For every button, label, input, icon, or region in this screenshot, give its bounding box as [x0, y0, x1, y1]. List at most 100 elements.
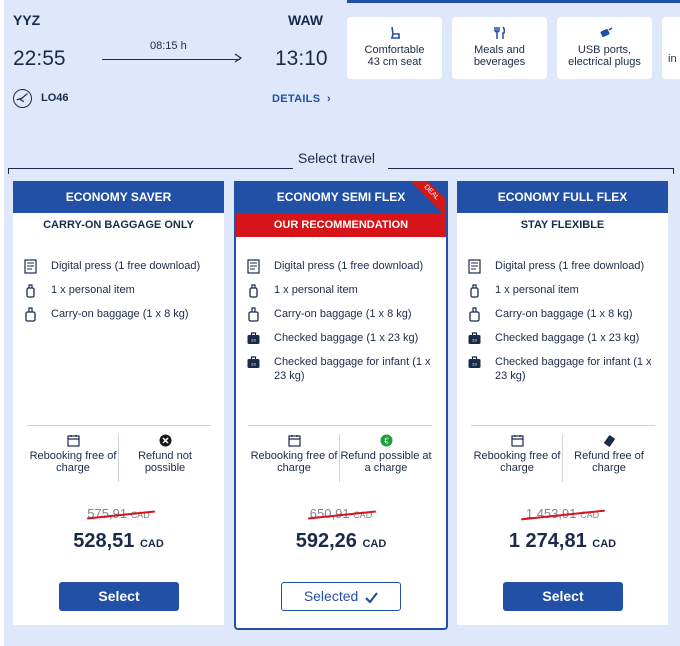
carry-on-bag-icon: [248, 307, 259, 322]
feature-item: Carry-on baggage (1 x 8 kg): [457, 307, 668, 322]
carry-on-bag-icon: [469, 307, 480, 322]
refund-text: Refund not possible: [138, 450, 192, 474]
feature-item: 1 x personal item: [13, 283, 224, 298]
feature-text: Carry-on baggage (1 x 8 kg): [495, 308, 633, 320]
fare-name-header: ECONOMY SEMI FLEX DEAL: [236, 181, 446, 213]
feature-text: Carry-on baggage (1 x 8 kg): [274, 308, 412, 320]
seat-icon: [390, 26, 400, 39]
feature-list: Digital press (1 free download) 1 x pers…: [457, 259, 668, 393]
destination-code: WAW: [288, 12, 323, 28]
select-button[interactable]: Select: [59, 582, 179, 611]
checked-bag-icon: 23: [247, 356, 260, 368]
details-label: DETAILS: [272, 93, 321, 105]
flight-summary: YYZ WAW 22:55 13:10 08:15 h LO46 DETAILS…: [0, 0, 345, 130]
amenity-seat-line2: 43 cm seat: [367, 56, 422, 68]
feature-item: Digital press (1 free download): [236, 259, 446, 274]
selected-label: Selected: [303, 588, 359, 604]
amenities-strip: Comfortable 43 cm seat Meals and beverag…: [345, 0, 680, 130]
feature-text: Checked baggage for infant (1 x 23 kg): [274, 356, 431, 382]
personal-item-icon: [26, 284, 35, 298]
feature-item: Digital press (1 free download): [13, 259, 224, 274]
fare-card-economy-saver: ECONOMY SAVER CARRY-ON BAGGAGE ONLY Digi…: [13, 181, 224, 625]
policy-row: Rebooking free of charge Refund not poss…: [27, 425, 211, 482]
amenity-meals-line1: Meals and: [474, 44, 525, 56]
route-line: [102, 59, 240, 60]
departure-time: 22:55: [13, 47, 66, 70]
refund-text: Refund free of charge: [574, 450, 644, 474]
checkmark-icon: [365, 592, 379, 604]
feature-item: Digital press (1 free download): [457, 259, 668, 274]
fare-price: 1 274,81 CAD: [457, 530, 668, 553]
amenity-seat-line1: Comfortable: [364, 44, 425, 56]
price-currency: CAD: [139, 538, 164, 550]
fare-price: 528,51 CAD: [13, 530, 224, 553]
carry-on-bag-icon: [25, 307, 36, 322]
feature-text: Checked baggage for infant (1 x 23 kg): [495, 356, 652, 382]
select-button[interactable]: Select: [503, 582, 623, 611]
amenity-meals-line2: beverages: [473, 56, 526, 68]
deal-ribbon: DEAL: [405, 181, 446, 213]
fare-card-economy-semi-flex: ECONOMY SEMI FLEX DEAL OUR RECOMMENDATIO…: [234, 181, 448, 630]
details-link[interactable]: DETAILS ›: [272, 93, 331, 105]
arrow-right-icon: [234, 53, 243, 63]
policy-row: Rebooking free of charge Refund free of …: [471, 425, 655, 482]
arrival-time: 13:10: [275, 47, 328, 70]
usb-plug-icon: [599, 27, 612, 38]
amenity-usb-line1: USB ports,: [577, 44, 632, 56]
refund-ticket-icon: [603, 435, 615, 447]
amenity-meals: Meals and beverages: [452, 17, 547, 79]
svg-text:23: 23: [251, 362, 256, 367]
refund-text: Refund possible at a charge: [340, 450, 432, 474]
svg-text:€: €: [384, 437, 389, 446]
feature-text: 1 x personal item: [274, 284, 358, 296]
amenity-partial: in: [662, 17, 680, 79]
digital-press-icon: [247, 259, 260, 274]
bracket-right: [388, 168, 674, 174]
amenity-usb: USB ports, electrical plugs: [557, 17, 652, 79]
digital-press-icon: [24, 259, 37, 274]
amenities-top-border: [347, 0, 680, 3]
price-currency: CAD: [362, 538, 387, 550]
feature-text: 1 x personal item: [51, 284, 135, 296]
fare-name: ECONOMY SAVER: [13, 181, 224, 213]
feature-item: 23 Checked baggage (1 x 23 kg): [236, 331, 446, 345]
feature-text: Checked baggage (1 x 23 kg): [274, 332, 419, 344]
fare-subtitle: STAY FLEXIBLE: [520, 219, 605, 231]
rebooking-text: Rebooking free of charge: [29, 450, 117, 474]
amenity-usb-line2: electrical plugs: [568, 56, 641, 68]
price-value: 592,26: [295, 530, 357, 552]
chevron-right-icon: ›: [323, 93, 332, 105]
fare-name: ECONOMY SEMI FLEX: [276, 190, 406, 204]
personal-item-icon: [249, 284, 258, 298]
rebooking-policy: Rebooking free of charge: [248, 426, 340, 474]
amenity-partial-line1: in: [668, 53, 677, 65]
lot-crane-logo-icon: [13, 89, 32, 108]
price-value: 1 274,81: [508, 530, 587, 552]
feature-item: 23 Checked baggage (1 x 23 kg): [457, 331, 668, 345]
not-possible-icon: [159, 434, 171, 447]
flight-duration: 08:15 h: [150, 40, 187, 52]
fare-card-economy-full-flex: ECONOMY FULL FLEX STAY FLEXIBLE Digital …: [457, 181, 668, 625]
bracket-left: [8, 168, 293, 174]
select-travel-title: Select travel: [298, 150, 376, 166]
fare-subtitle: CARRY-ON BAGGAGE ONLY: [43, 219, 194, 231]
feature-item: 23 Checked baggage for infant (1 x 23 kg…: [236, 355, 446, 383]
fare-price: 592,26 CAD: [236, 530, 446, 553]
personal-item-icon: [470, 284, 479, 298]
feature-item: Carry-on baggage (1 x 8 kg): [13, 307, 224, 322]
feature-list: Digital press (1 free download) 1 x pers…: [236, 259, 446, 393]
feature-item: Carry-on baggage (1 x 8 kg): [236, 307, 446, 322]
feature-text: Checked baggage (1 x 23 kg): [495, 332, 640, 344]
fare-name: ECONOMY FULL FLEX: [457, 181, 668, 213]
feature-text: 1 x personal item: [495, 284, 579, 296]
selected-button[interactable]: Selected: [281, 582, 401, 611]
euro-charge-icon: €: [380, 434, 392, 447]
amenity-seat: Comfortable 43 cm seat: [347, 17, 442, 79]
refund-policy: Refund free of charge: [563, 426, 655, 474]
rebooking-text: Rebooking free of charge: [250, 450, 338, 474]
svg-text:23: 23: [472, 338, 477, 343]
origin-code: YYZ: [13, 12, 41, 28]
rebooking-text: Rebooking free of charge: [473, 450, 561, 474]
refund-policy: € Refund possible at a charge: [340, 426, 432, 474]
rebooking-policy: Rebooking free of charge: [27, 426, 119, 474]
